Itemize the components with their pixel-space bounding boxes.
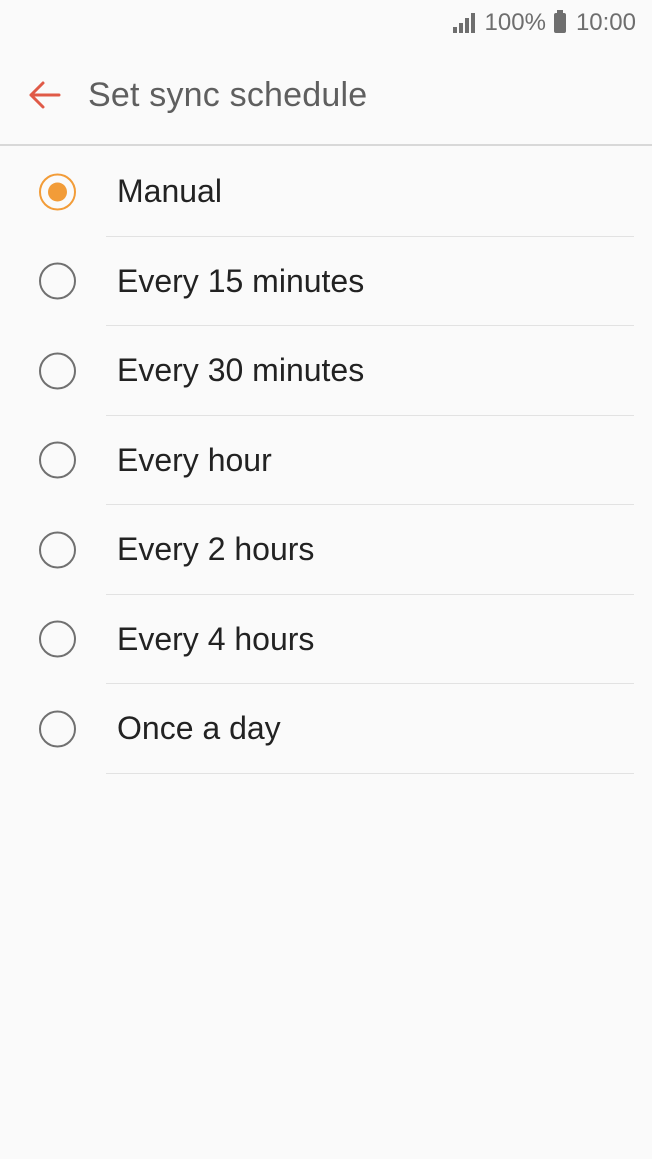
clock: 10:00: [575, 9, 636, 36]
option-label: Manual: [117, 173, 222, 210]
option-once-a-day[interactable]: Once a day: [0, 684, 652, 774]
sync-schedule-options: Manual Every 15 minutes Every 30 minutes…: [0, 147, 652, 774]
option-label: Every hour: [117, 441, 272, 478]
screen: 100% 10:00 Set sync schedule Manual Ever…: [0, 0, 652, 1159]
radio-button[interactable]: [39, 352, 76, 390]
radio-button[interactable]: [39, 441, 76, 479]
back-button[interactable]: [14, 65, 74, 125]
option-every-30-minutes[interactable]: Every 30 minutes: [0, 326, 652, 416]
option-label: Once a day: [117, 710, 281, 747]
option-every-15-minutes[interactable]: Every 15 minutes: [0, 237, 652, 327]
app-bar: Set sync schedule: [0, 46, 652, 146]
radio-button[interactable]: [39, 531, 76, 569]
option-label: Every 2 hours: [117, 531, 315, 568]
battery-icon: [553, 10, 566, 33]
battery-percentage: 100%: [484, 9, 546, 36]
radio-button[interactable]: [39, 710, 76, 748]
signal-icon: [452, 13, 475, 33]
option-label: Every 30 minutes: [117, 352, 365, 389]
option-every-hour[interactable]: Every hour: [0, 416, 652, 506]
option-every-2-hours[interactable]: Every 2 hours: [0, 505, 652, 595]
page-title: Set sync schedule: [88, 75, 368, 114]
option-every-4-hours[interactable]: Every 4 hours: [0, 595, 652, 685]
radio-button[interactable]: [39, 620, 76, 658]
option-manual[interactable]: Manual: [0, 147, 652, 237]
arrow-left-icon: [29, 81, 61, 109]
radio-button[interactable]: [39, 262, 76, 300]
option-label: Every 4 hours: [117, 620, 315, 657]
status-bar: 100% 10:00: [0, 0, 652, 46]
option-label: Every 15 minutes: [117, 262, 365, 299]
radio-button-selected[interactable]: [39, 173, 76, 211]
